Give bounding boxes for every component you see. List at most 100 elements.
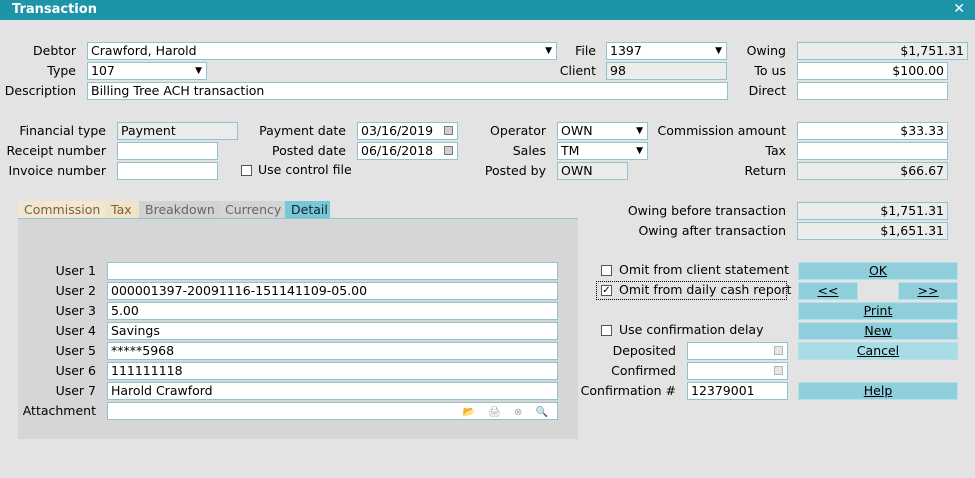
next-button-label: >> [917,283,939,298]
chevron-down-icon[interactable]: ▼ [545,43,552,59]
omit-daily-cash-checkbox[interactable]: ✓ [601,285,612,296]
close-icon[interactable]: ✕ [953,1,965,17]
tab-tax[interactable]: Tax [105,201,139,219]
financial-type-field: Payment [117,122,238,140]
previous-button-label: << [817,283,839,298]
chevron-down-icon[interactable]: ▼ [195,63,202,79]
direct-label: Direct [748,83,786,98]
user4-field[interactable]: Savings [107,322,558,340]
user1-label: User 1 [55,263,96,278]
use-confirmation-delay-label: Use confirmation delay [619,322,764,337]
chevron-down-icon[interactable]: ▼ [636,123,643,139]
to-us-field[interactable]: $100.00 [797,62,948,80]
commission-amount-label: Commission amount [657,123,786,138]
user6-field[interactable]: 111111118 [107,362,558,380]
calendar-icon[interactable] [444,126,453,135]
user5-field[interactable]: *****5968 [107,342,558,360]
new-button[interactable]: New [798,322,958,340]
operator-value: OWN [561,123,593,138]
help-button-label: Help [863,383,893,398]
ok-button-label: OK [868,263,888,278]
tab-breakdown[interactable]: Breakdown [139,201,219,219]
type-select[interactable]: 107 ▼ [87,62,207,80]
use-control-file-checkbox[interactable] [241,165,252,176]
user7-label: User 7 [55,383,96,398]
tax-field[interactable] [797,142,948,160]
debtor-label: Debtor [33,43,76,58]
calendar-icon[interactable] [444,146,453,155]
posted-by-label: Posted by [484,163,546,178]
confirmation-number-field[interactable]: 12379001 [687,382,788,400]
debtor-value: Crawford, Harold [91,43,197,58]
chevron-down-icon[interactable]: ▼ [636,143,643,159]
receipt-number-field[interactable] [117,142,218,160]
attachment-tools-icon[interactable]: 📂 🖨 ⊗ 🔍 [462,405,553,419]
payment-date-value: 03/16/2019 [361,123,434,138]
next-button[interactable]: >> [898,282,958,300]
omit-client-statement-label: Omit from client statement [619,262,790,277]
user3-field[interactable]: 5.00 [107,302,558,320]
user6-label: User 6 [55,363,96,378]
sales-value: TM [561,143,580,158]
deposited-field[interactable] [687,342,788,360]
operator-select[interactable]: OWN ▼ [557,122,648,140]
payment-date-label: Payment date [259,123,346,138]
file-label: File [575,43,596,58]
title-bar: Transaction ✕ [0,0,975,20]
deposited-label: Deposited [612,343,676,358]
type-label: Type [47,63,76,78]
type-value: 107 [91,63,115,78]
posted-date-value: 06/16/2018 [361,143,434,158]
confirmed-field[interactable] [687,362,788,380]
print-button[interactable]: Print [798,302,958,320]
chevron-down-icon[interactable]: ▼ [715,43,722,59]
commission-amount-field[interactable]: $33.33 [797,122,948,140]
attachment-field[interactable]: 📂 🖨 ⊗ 🔍 [107,402,558,420]
payment-date-field[interactable]: 03/16/2019 [357,122,458,140]
posted-date-field[interactable]: 06/16/2018 [357,142,458,160]
calendar-icon[interactable] [774,366,783,375]
attachment-label: Attachment [22,403,96,418]
user4-label: User 4 [55,323,96,338]
previous-button[interactable]: << [798,282,858,300]
tab-currency[interactable]: Currency [219,201,285,219]
new-button-label: New [864,323,892,338]
user5-label: User 5 [55,343,96,358]
posted-date-label: Posted date [272,143,346,158]
help-button[interactable]: Help [798,382,958,400]
description-label: Description [4,83,76,98]
calendar-icon[interactable] [774,346,783,355]
omit-daily-cash-label: Omit from daily cash report [619,282,792,297]
description-field[interactable]: Billing Tree ACH transaction [87,82,728,100]
tab-detail[interactable]: Detail [285,201,330,219]
financial-type-label: Financial type [19,123,106,138]
print-button-label: Print [863,303,893,318]
user7-field[interactable]: Harold Crawford [107,382,558,400]
use-control-file-label: Use control file [258,162,352,177]
operator-label: Operator [490,123,546,138]
direct-field[interactable] [797,82,948,100]
user2-label: User 2 [55,283,96,298]
invoice-number-field[interactable] [117,162,218,180]
tax-label: Tax [765,143,786,158]
client-field: 98 [606,62,727,80]
user2-field[interactable]: 000001397-20091116-151141109-05.00 [107,282,558,300]
user1-field[interactable] [107,262,558,280]
user3-label: User 3 [55,303,96,318]
confirmed-label: Confirmed [611,363,676,378]
to-us-label: To us [754,63,786,78]
receipt-number-label: Receipt number [6,143,106,158]
tab-commission[interactable]: Commission [18,201,105,219]
ok-button[interactable]: OK [798,262,958,280]
debtor-select[interactable]: Crawford, Harold ▼ [87,42,557,60]
owing-before-label: Owing before transaction [627,203,786,218]
sales-select[interactable]: TM ▼ [557,142,648,160]
file-select[interactable]: 1397 ▼ [606,42,727,60]
owing-before-field: $1,751.31 [797,202,948,220]
use-confirmation-delay-checkbox[interactable] [601,325,612,336]
confirmation-number-label: Confirmation # [580,383,676,398]
cancel-button[interactable]: Cancel [798,342,958,360]
posted-by-field: OWN [557,162,628,180]
cancel-button-label: Cancel [856,343,900,358]
omit-client-statement-checkbox[interactable] [601,265,612,276]
